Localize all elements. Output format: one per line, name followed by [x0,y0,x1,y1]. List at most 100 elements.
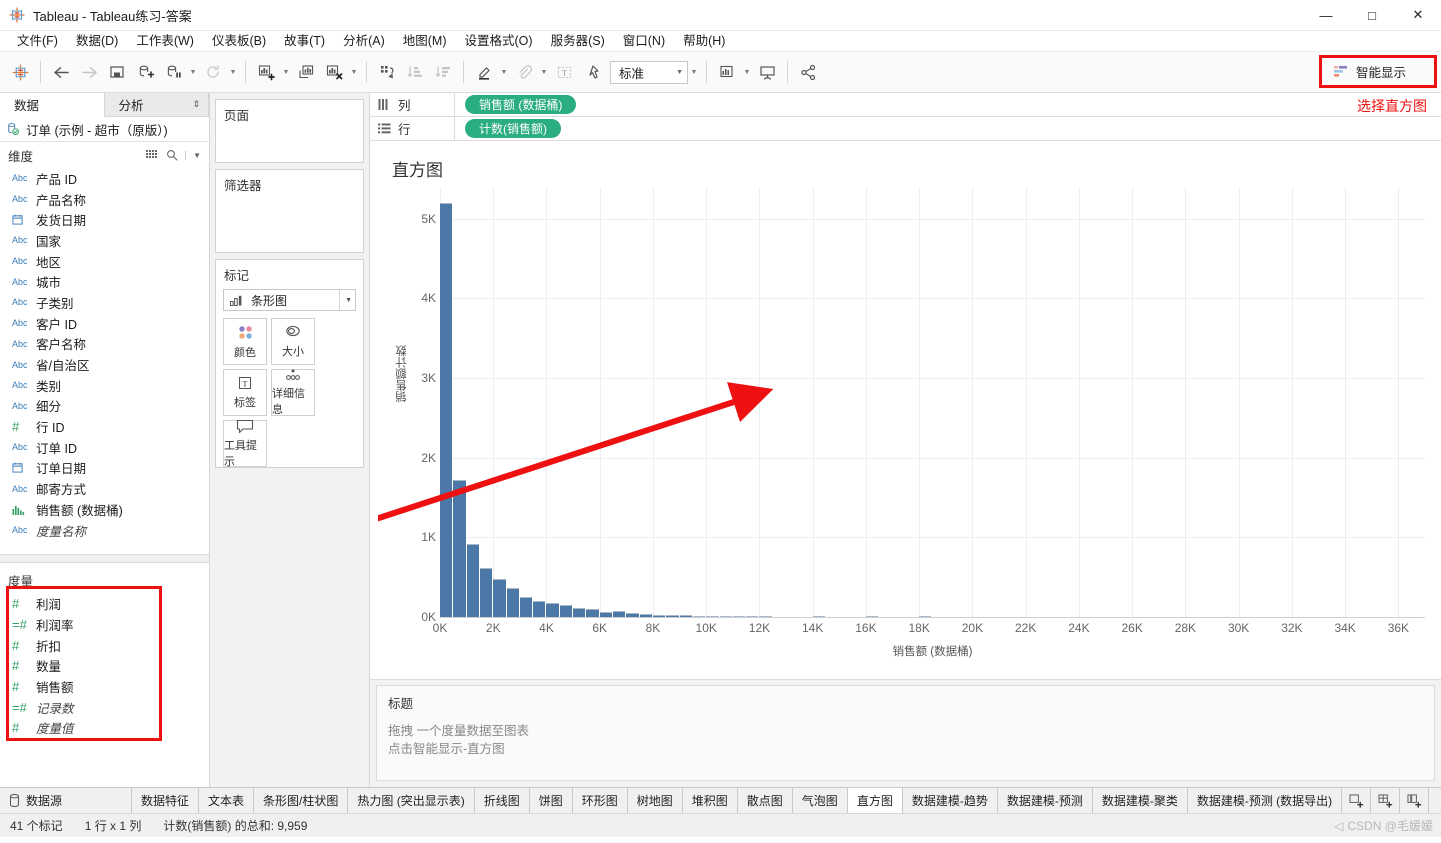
histogram-bar[interactable] [546,602,559,617]
show-me-button[interactable]: 智能显示 [1319,55,1437,88]
sheet-tab[interactable]: 数据特征 [132,788,200,813]
marks-size-button[interactable]: 大小 [271,318,315,365]
sheet-tab[interactable]: 饼图 [529,788,573,813]
attach-icon[interactable] [510,58,538,86]
columns-drop-zone[interactable]: 销售额 (数据桶) [455,93,1441,116]
field-region[interactable]: Abc 地区 [0,251,209,272]
field-profit-ratio[interactable]: =# 利润率 [0,614,209,635]
menu-item-help[interactable]: 帮助(H) [674,31,734,52]
grid-view-icon[interactable] [146,149,159,161]
marks-label-button[interactable]: T 标签 [223,369,267,416]
forward-arrow-icon[interactable] [75,58,103,86]
field-product-id[interactable]: Abc 产品 ID [0,168,209,189]
field-measure-values[interactable]: # 度量值 [0,718,209,739]
sheet-tab[interactable]: 数据建模-趋势 [902,788,998,813]
field-category[interactable]: Abc 类别 [0,375,209,396]
new-story-tab-button[interactable] [1400,788,1430,813]
sheet-tab[interactable]: 条形图/柱状图 [254,788,349,813]
histogram-bar[interactable] [479,567,493,617]
new-worksheet-tab-button[interactable] [1342,788,1372,813]
refresh-caret-icon[interactable]: ▼ [227,69,239,76]
histogram-bar[interactable] [559,605,573,617]
fit-extra-caret-icon[interactable]: ▼ [688,69,700,76]
new-datasource-icon[interactable] [131,58,159,86]
close-button[interactable]: ✕ [1395,0,1441,31]
field-measure-names[interactable]: Abc 度量名称 [0,520,209,541]
cards-caret-icon[interactable]: ▼ [741,69,753,76]
sort-toggle-icon[interactable]: ⇕ [192,99,200,110]
menu-item-file[interactable]: 文件(F) [8,31,67,52]
datasource-caret-icon[interactable]: ▼ [187,69,199,76]
field-subcategory[interactable]: Abc 子类别 [0,292,209,313]
caption-box[interactable]: 标题 拖拽 一个度量数据至图表 点击智能显示-直方图 [376,685,1435,781]
pages-card[interactable]: 页面 [215,99,364,163]
fix-axes-icon[interactable] [578,58,606,86]
sort-descending-icon[interactable] [429,58,457,86]
presentation-mode-icon[interactable] [753,58,781,86]
refresh-icon[interactable] [199,58,227,86]
field-number-of-records[interactable]: =# 记录数 [0,697,209,718]
attach-caret-icon[interactable]: ▼ [538,69,550,76]
pill-sales-bin[interactable]: 销售额 (数据桶) [465,95,577,114]
sheet-tab[interactable]: 数据建模-预测 [997,788,1093,813]
sheet-tab[interactable]: 树地图 [627,788,683,813]
histogram-bar[interactable] [519,597,533,617]
field-sales[interactable]: # 销售额 [0,676,209,697]
menu-item-story[interactable]: 故事(T) [275,31,334,52]
fit-select[interactable]: 标准 ▼ [610,60,688,84]
pause-datasource-icon[interactable] [159,58,187,86]
menu-item-map[interactable]: 地图(M) [394,31,456,52]
x-axis[interactable]: 0K 2K 4K 6K 8K 10K 12K 14K 16K 18K 20K 22K 24K 26K 28K… [433,617,1425,658]
field-ship-mode[interactable]: Abc 邮寄方式 [0,478,209,499]
histogram-bar[interactable] [493,578,506,617]
share-icon[interactable] [794,58,822,86]
menu-item-format[interactable]: 设置格式(O) [456,31,542,52]
marks-detail-button[interactable]: 详细信息 [271,369,315,416]
filters-card[interactable]: 筛选器 [215,169,364,253]
sheet-tab[interactable]: 数据建模-预测 (数据导出) [1187,788,1343,813]
menu-item-worksheet[interactable]: 工作表(W) [127,31,203,52]
sheet-tab[interactable]: 数据建模-聚类 [1092,788,1188,813]
save-icon[interactable] [103,58,131,86]
field-sales-bin[interactable]: 销售额 (数据桶) [0,499,209,520]
dimensions-menu-caret-icon[interactable]: ▼ [185,150,201,160]
tableau-home-icon[interactable] [6,58,34,86]
field-segment[interactable]: Abc 细分 [0,396,209,417]
menu-item-data[interactable]: 数据(D) [67,31,127,52]
marks-type-select[interactable]: 条形图 ▼ [223,289,356,311]
field-ship-date[interactable]: 发货日期 [0,209,209,230]
histogram-bar[interactable] [506,587,519,617]
tab-data[interactable]: 数据 [0,93,105,117]
histogram-bar[interactable] [533,601,546,617]
sheet-tab[interactable]: 环形图 [572,788,628,813]
histogram-bar[interactable] [440,202,453,617]
menu-item-dashboard[interactable]: 仪表板(B) [203,31,275,52]
sort-ascending-icon[interactable] [401,58,429,86]
histogram-bar[interactable] [573,608,586,617]
field-order-date[interactable]: 订单日期 [0,458,209,479]
back-arrow-icon[interactable] [47,58,75,86]
field-province[interactable]: Abc 省/自治区 [0,354,209,375]
menu-item-window[interactable]: 窗口(N) [614,31,674,52]
field-city[interactable]: Abc 城市 [0,271,209,292]
histogram-bar[interactable] [586,609,599,617]
sheet-tab-active[interactable]: 直方图 [847,788,903,813]
text-box-icon[interactable]: T [550,58,578,86]
field-row-id[interactable]: # 行 ID [0,416,209,437]
swap-rows-columns-icon[interactable] [373,58,401,86]
tab-datasource[interactable]: 数据源 [0,788,132,813]
clear-sheet-icon[interactable] [320,58,348,86]
highlight-caret-icon[interactable]: ▼ [498,69,510,76]
maximize-button[interactable]: □ [1349,0,1395,31]
marks-tooltip-button[interactable]: 工具提示 [223,419,267,468]
field-profit[interactable]: # 利润 [0,593,209,614]
highlight-icon[interactable] [470,58,498,86]
sheet-tab[interactable]: 折线图 [474,788,530,813]
field-quantity[interactable]: # 数量 [0,655,209,676]
sheet-tab[interactable]: 散点图 [737,788,793,813]
field-discount[interactable]: # 折扣 [0,635,209,656]
new-worksheet-caret-icon[interactable]: ▼ [280,69,292,76]
pill-count-sales[interactable]: 计数(销售额) [465,119,561,138]
field-product-name[interactable]: Abc 产品名称 [0,189,209,210]
pane-splitter[interactable] [0,554,209,564]
